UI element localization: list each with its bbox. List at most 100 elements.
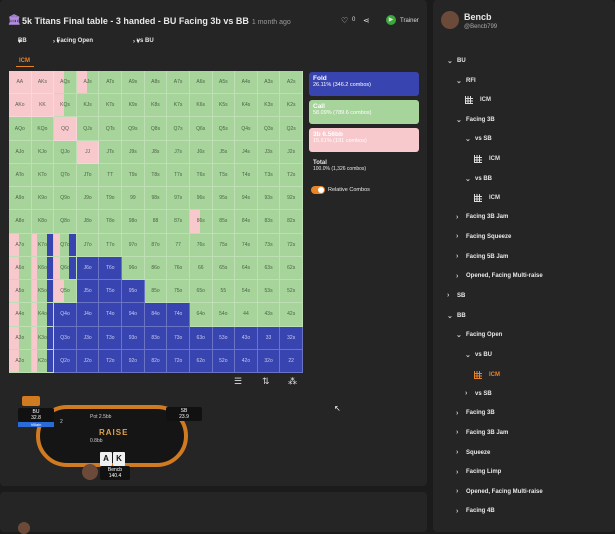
hand-cell[interactable]: K3s xyxy=(257,94,281,118)
hand-cell[interactable]: KQo xyxy=(31,117,55,141)
share-icon[interactable]: ⋖ xyxy=(363,16,370,25)
hand-cell[interactable]: Q9s xyxy=(122,117,145,141)
hand-cell[interactable]: QJs xyxy=(76,117,100,141)
hand-cell[interactable]: QJo xyxy=(54,140,77,164)
tree-item-icm[interactable]: ICM xyxy=(465,96,491,105)
hand-cell[interactable]: 54s xyxy=(235,280,258,304)
hand-cell[interactable]: 43o xyxy=(235,326,258,350)
hand-cell[interactable]: 84s xyxy=(235,210,258,234)
hand-cell[interactable]: J7o xyxy=(76,233,100,257)
hand-cell[interactable]: J8o xyxy=(76,210,100,234)
hand-cell[interactable]: 85o xyxy=(144,280,168,304)
hand-cell[interactable]: 83s xyxy=(257,210,281,234)
hand-cell[interactable]: T7o xyxy=(99,233,123,257)
hand-cell[interactable]: KK xyxy=(31,94,55,118)
hand-cell[interactable]: K5s xyxy=(212,94,236,118)
hand-cell[interactable]: J5s xyxy=(212,140,236,164)
hand-cell[interactable]: 97o xyxy=(122,233,145,257)
hand-cell[interactable]: A6s xyxy=(189,71,213,95)
hand-cell[interactable]: 72o xyxy=(167,349,190,373)
hand-cell[interactable]: K4s xyxy=(235,94,258,118)
hand-cell[interactable]: Q2o xyxy=(54,349,77,373)
hand-cell[interactable]: K5o xyxy=(31,280,55,304)
hand-cell[interactable]: K7o xyxy=(31,233,55,257)
hand-cell[interactable]: Q6s xyxy=(189,117,213,141)
hand-cell[interactable]: 63o xyxy=(189,326,213,350)
hand-cell[interactable]: Q8s xyxy=(144,117,168,141)
hand-cell[interactable]: 97s xyxy=(167,187,190,211)
hand-cell[interactable]: 93s xyxy=(257,187,281,211)
hand-cell[interactable]: 54o xyxy=(212,303,236,327)
list-icon[interactable]: ☰ xyxy=(234,376,242,387)
hand-cell[interactable]: Q4s xyxy=(235,117,258,141)
hand-cell[interactable]: 92s xyxy=(280,187,303,211)
hand-cell[interactable]: AA xyxy=(9,71,32,95)
hand-cell[interactable]: 86o xyxy=(144,256,168,281)
hand-cell[interactable]: K8o xyxy=(31,210,55,234)
hand-cell[interactable]: A5o xyxy=(9,280,32,304)
hand-cell[interactable]: 64o xyxy=(189,303,213,327)
tree-item[interactable]: › Facing 4B xyxy=(456,508,495,515)
position-filter[interactable]: BB ▾ xyxy=(18,38,27,45)
hand-cell[interactable]: 84o xyxy=(144,303,168,327)
opponent-filter[interactable]: › vs BU ▾ xyxy=(133,38,154,45)
hand-cell[interactable]: J5o xyxy=(76,280,100,304)
hand-cell[interactable]: 73s xyxy=(257,233,281,257)
hand-cell[interactable]: 74s xyxy=(235,233,258,257)
hand-cell[interactable]: A3s xyxy=(257,71,281,95)
hand-cell[interactable]: 83o xyxy=(144,326,168,350)
hand-cell[interactable]: 32o xyxy=(257,349,281,373)
hand-cell[interactable]: 76o xyxy=(167,256,190,281)
trainer-link[interactable]: Trainer xyxy=(400,18,419,24)
hand-cell[interactable]: J8s xyxy=(144,140,168,164)
hand-cell[interactable]: A2s xyxy=(280,71,303,95)
hand-cell[interactable]: 96o xyxy=(122,256,145,281)
hand-cell[interactable]: 42s xyxy=(280,303,303,327)
hand-cell[interactable]: 92o xyxy=(122,349,145,373)
hand-cell[interactable]: 62o xyxy=(189,349,213,373)
hand-cell[interactable]: 96s xyxy=(189,187,213,211)
hand-cell[interactable]: 52s xyxy=(280,280,303,304)
hand-cell[interactable]: K8s xyxy=(144,94,168,118)
hand-cell[interactable]: Q7o xyxy=(54,233,77,257)
hand-cell[interactable]: QTo xyxy=(54,163,77,188)
hand-cell[interactable]: 75s xyxy=(212,233,236,257)
hand-cell[interactable]: A4o xyxy=(9,303,32,327)
user-name[interactable]: Bencb xyxy=(464,12,492,22)
hand-cell[interactable]: Q5o xyxy=(54,280,77,304)
hand-cell[interactable]: ATo xyxy=(9,163,32,188)
tree-item[interactable]: › Facing Squeeze xyxy=(456,233,511,240)
hand-cell[interactable]: J9s xyxy=(122,140,145,164)
hand-cell[interactable]: J4s xyxy=(235,140,258,164)
hand-cell[interactable]: 99 xyxy=(122,187,145,211)
hand-cell[interactable]: J2s xyxy=(280,140,303,164)
hand-cell[interactable]: QTs xyxy=(99,117,123,141)
hand-cell[interactable]: K6s xyxy=(189,94,213,118)
hand-cell[interactable]: 65o xyxy=(189,280,213,304)
hand-cell[interactable]: K2s xyxy=(280,94,303,118)
hand-cell[interactable]: A9o xyxy=(9,187,32,211)
hand-cell[interactable]: J6s xyxy=(189,140,213,164)
hand-cell[interactable]: Q7s xyxy=(167,117,190,141)
hand-cell[interactable]: Q3o xyxy=(54,326,77,350)
hand-cell[interactable]: 87o xyxy=(144,233,168,257)
relative-combos-toggle[interactable] xyxy=(311,186,325,194)
hand-cell[interactable]: AKo xyxy=(9,94,32,118)
hand-cell[interactable]: 65s xyxy=(212,256,236,281)
hand-cell[interactable]: 22 xyxy=(280,349,303,373)
hand-cell[interactable]: T6o xyxy=(99,256,123,281)
hand-cell[interactable]: K4o xyxy=(31,303,55,327)
hand-cell[interactable]: Q4o xyxy=(54,303,77,327)
hand-cell[interactable]: T8o xyxy=(99,210,123,234)
hand-cell[interactable]: 77 xyxy=(167,233,190,257)
hand-cell[interactable]: A5s xyxy=(212,71,236,95)
tree-item[interactable]: › Facing 5B Jam xyxy=(456,253,508,260)
tree-item[interactable]: › Facing Limp xyxy=(456,469,501,476)
hand-cell[interactable]: K9s xyxy=(122,94,145,118)
hand-cell[interactable]: T2o xyxy=(99,349,123,373)
hand-cell[interactable]: 95s xyxy=(212,187,236,211)
tree-item[interactable]: › vs SB xyxy=(465,390,492,397)
hand-cell[interactable]: 66 xyxy=(189,256,213,281)
hand-cell[interactable]: 64s xyxy=(235,256,258,281)
tree-item[interactable]: › Opened, Facing Multi-raise xyxy=(456,488,543,495)
